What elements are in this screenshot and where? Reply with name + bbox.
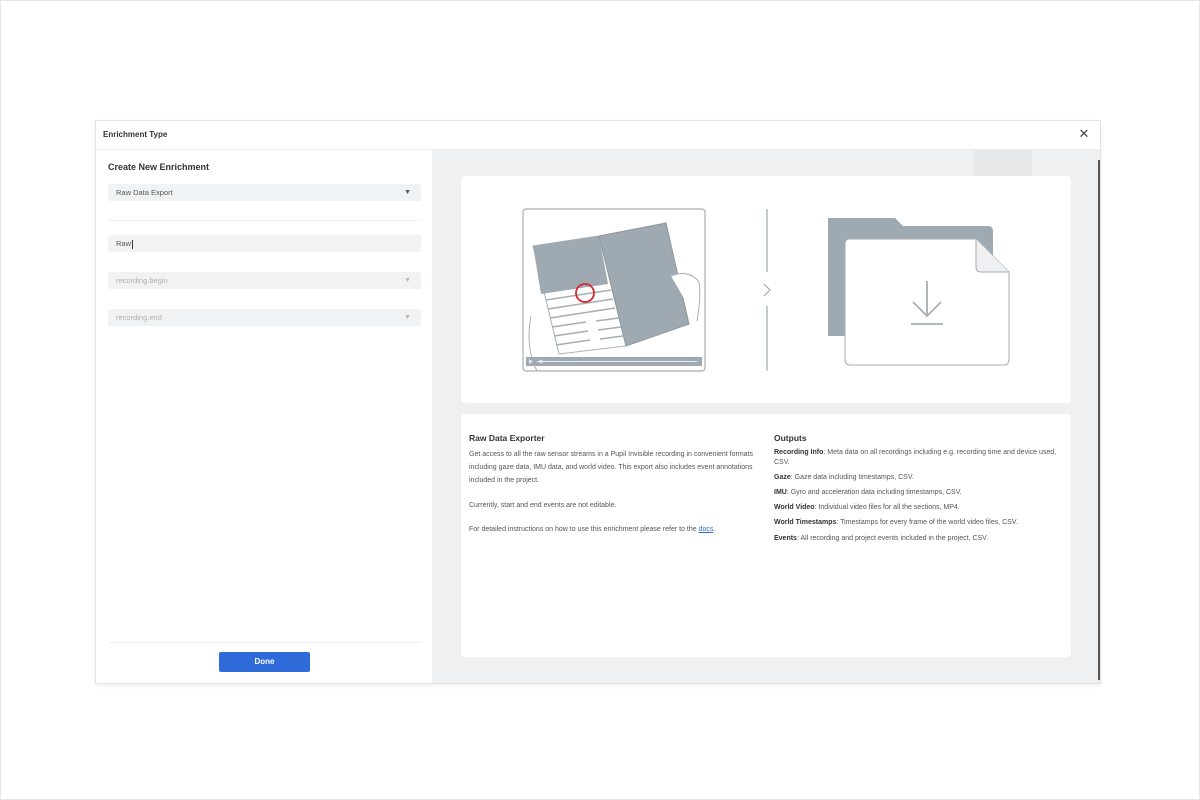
chevron-right-icon xyxy=(763,283,771,297)
docs-instructions: For detailed instructions on how to use … xyxy=(469,523,759,536)
enrichment-info-title: Raw Data Exporter xyxy=(469,433,545,443)
enrichment-description: Get access to all the raw sensor streams… xyxy=(469,451,754,484)
enrichment-dialog: Enrichment Type ✕ Create New Enrichment … xyxy=(96,121,1100,683)
info-panel: Raw Data Exporter Get access to all the … xyxy=(432,150,1100,683)
scrollbar[interactable] xyxy=(1098,160,1100,680)
output-item: Events: All recording and project events… xyxy=(774,535,989,542)
output-item: Recording Info: Meta data on all recordi… xyxy=(774,449,1057,466)
illustration-card xyxy=(461,176,1071,403)
start-event-placeholder: recording.begin xyxy=(116,276,168,285)
form-panel: Create New Enrichment Raw Data Export ▼ … xyxy=(96,150,432,683)
docs-link[interactable]: docs xyxy=(699,526,714,533)
enrichment-type-value: Raw Data Export xyxy=(116,188,173,197)
raw-data-export-illustration xyxy=(522,208,1010,372)
video-frame-icon xyxy=(522,208,706,372)
footer-divider xyxy=(108,642,421,643)
done-button[interactable]: Done xyxy=(219,652,310,672)
close-icon[interactable]: ✕ xyxy=(1076,126,1092,142)
chevron-down-icon: ▼ xyxy=(404,314,411,321)
download-folder-icon xyxy=(828,218,1010,366)
enrichment-name-input[interactable]: Raw xyxy=(108,235,421,252)
dialog-header: Enrichment Type ✕ xyxy=(96,121,1100,150)
dialog-title: Enrichment Type xyxy=(103,130,168,139)
description-card: Raw Data Exporter Get access to all the … xyxy=(461,414,1071,657)
docs-suffix: . xyxy=(713,526,716,533)
enrichment-type-select[interactable]: Raw Data Export ▼ xyxy=(108,184,421,201)
docs-prefix: For detailed instructions on how to use … xyxy=(469,526,699,533)
text-cursor xyxy=(132,239,134,249)
form-divider xyxy=(108,220,421,221)
output-item: Gaze: Gaze data including timestamps, CS… xyxy=(774,474,914,481)
chevron-down-icon: ▼ xyxy=(404,277,411,284)
output-item: IMU: Gyro and acceleration data includin… xyxy=(774,489,962,496)
enrichment-name-value: Raw xyxy=(116,239,132,248)
output-item: World Video: Individual video files for … xyxy=(774,504,960,511)
outputs-title: Outputs xyxy=(774,433,807,443)
end-event-placeholder: recording.end xyxy=(116,313,162,322)
end-event-select[interactable]: recording.end ▼ xyxy=(108,309,421,326)
chevron-down-icon: ▼ xyxy=(404,189,411,196)
output-item: World Timestamps: Timestamps for every f… xyxy=(774,519,1018,526)
enrichment-note: Currently, start and end events are not … xyxy=(469,502,617,509)
panel-corner-tab xyxy=(974,150,1032,176)
start-event-select[interactable]: recording.begin ▼ xyxy=(108,272,421,289)
form-heading: Create New Enrichment xyxy=(108,162,210,172)
